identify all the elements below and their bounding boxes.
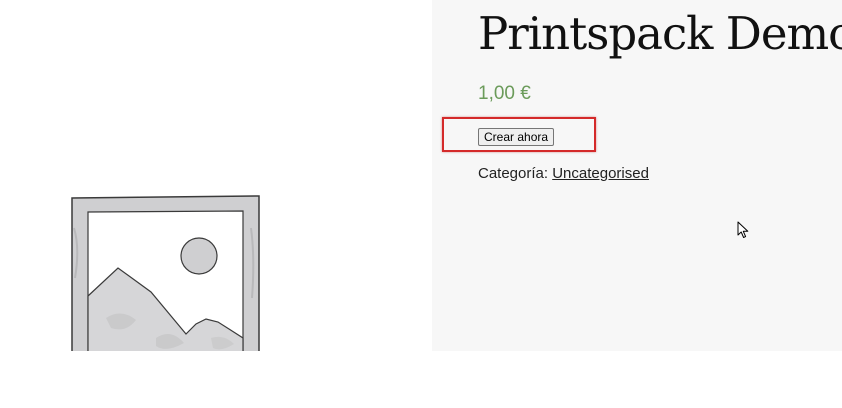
- product-page: Printspack Demo 1,00 € Crear ahora Categ…: [0, 0, 842, 408]
- product-summary: Printspack Demo 1,00 € Crear ahora Categ…: [432, 0, 842, 351]
- mouse-pointer-icon: [737, 221, 749, 238]
- category-link-uncategorised[interactable]: Uncategorised: [552, 165, 649, 182]
- category-label: Categoría:: [478, 165, 549, 182]
- product-gallery: [0, 8, 432, 351]
- product-category: Categoría: Uncategorised: [478, 164, 649, 184]
- image-placeholder-icon: [71, 195, 260, 351]
- create-now-button[interactable]: Crear ahora: [478, 128, 555, 146]
- product-title: Printspack Demo: [478, 7, 842, 60]
- product-price: 1,00 €: [478, 83, 531, 104]
